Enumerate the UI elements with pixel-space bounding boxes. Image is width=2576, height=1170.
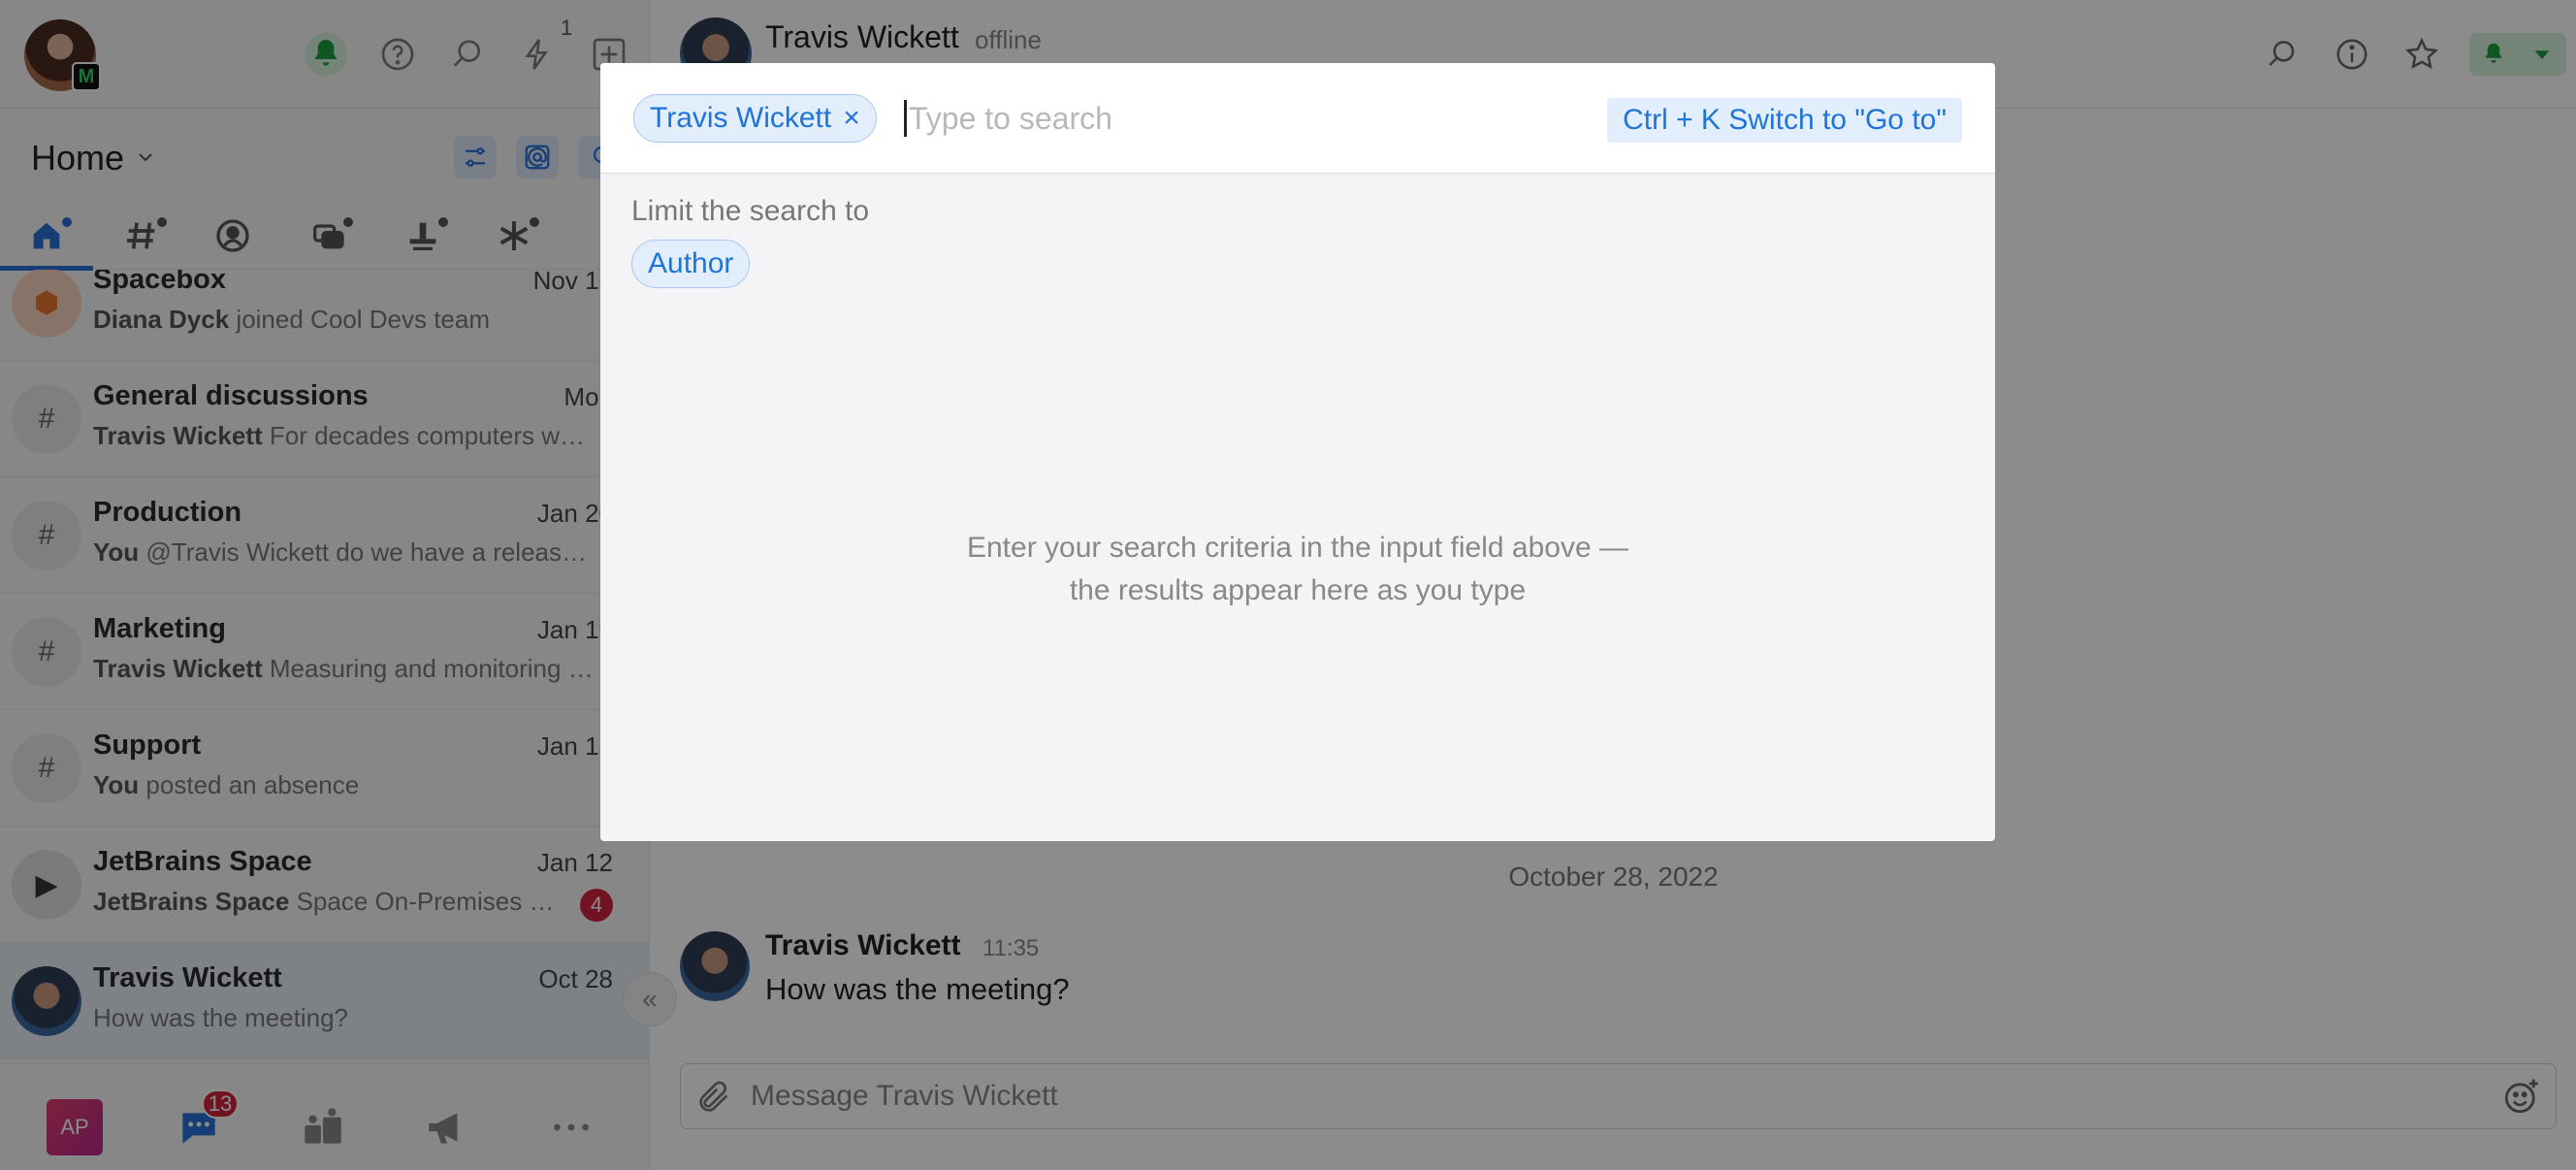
empty-state-message: Enter your search criteria in the input … — [966, 532, 1629, 606]
search-input[interactable] — [909, 92, 1510, 145]
text-caret — [904, 100, 907, 137]
close-icon[interactable]: × — [843, 104, 860, 133]
limit-search-label: Limit the search to — [631, 195, 870, 227]
search-header: Travis Wickett × Ctrl + K Switch to "Go … — [600, 63, 1995, 174]
switch-to-goto-hint[interactable]: Ctrl + K Switch to "Go to" — [1607, 98, 1962, 143]
chip-label: Travis Wickett — [650, 102, 832, 134]
search-dialog: Travis Wickett × Ctrl + K Switch to "Go … — [600, 63, 1995, 841]
author-filter-chip[interactable]: Travis Wickett × — [633, 94, 877, 143]
author-limit-option[interactable]: Author — [631, 240, 751, 288]
